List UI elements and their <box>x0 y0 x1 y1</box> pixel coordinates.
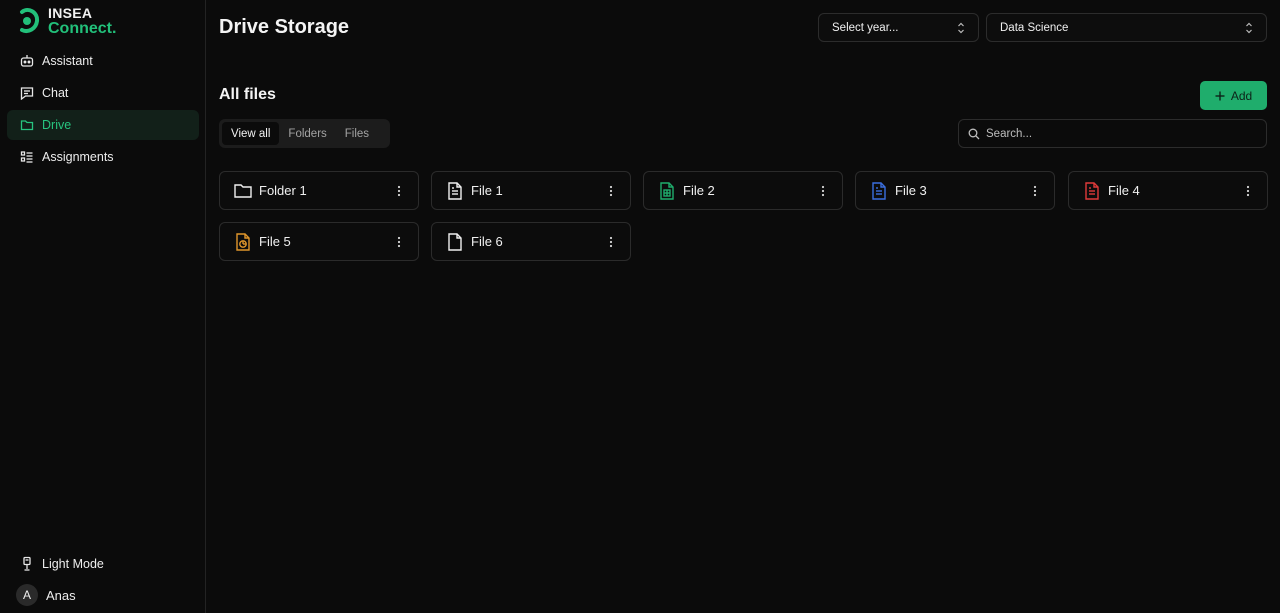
lamp-icon <box>23 556 31 571</box>
sidebar-item-assistant[interactable]: Assistant <box>7 46 199 76</box>
document-icon <box>445 181 465 201</box>
brand-tagline: Connect. <box>48 20 117 37</box>
folder-icon <box>19 117 35 133</box>
app-logo[interactable]: INSEA Connect. <box>18 5 117 37</box>
item-label: File 3 <box>895 183 927 198</box>
more-vertical-icon[interactable] <box>815 183 831 199</box>
file-card[interactable]: File 5 <box>219 222 419 261</box>
sidebar-item-assignments[interactable]: Assignments <box>7 142 199 172</box>
sidebar-item-label: Assistant <box>42 54 93 68</box>
list-check-icon <box>19 149 35 165</box>
more-vertical-icon[interactable] <box>391 183 407 199</box>
tab-files[interactable]: Files <box>336 122 378 145</box>
sidebar-footer: Light Mode A Anas <box>16 553 104 606</box>
subject-select-value: Data Science <box>1000 21 1069 34</box>
word-document-icon <box>869 181 889 201</box>
item-label: File 1 <box>471 183 503 198</box>
sidebar-item-chat[interactable]: Chat <box>7 78 199 108</box>
sidebar-item-drive[interactable]: Drive <box>7 110 199 140</box>
item-label: Folder 1 <box>259 183 307 198</box>
add-button-label: Add <box>1230 88 1253 103</box>
search-input[interactable] <box>986 127 1256 140</box>
bot-icon <box>19 53 35 69</box>
blank-file-icon <box>445 232 465 252</box>
section-title: All files <box>219 86 276 103</box>
spreadsheet-icon <box>657 181 677 201</box>
more-vertical-icon[interactable] <box>603 234 619 250</box>
subject-select[interactable]: Data Science <box>986 13 1267 42</box>
search-icon <box>968 128 980 139</box>
more-vertical-icon[interactable] <box>1027 183 1043 199</box>
item-label: File 2 <box>683 183 715 198</box>
sidebar: INSEA Connect. Assistant Chat Drive Assi… <box>0 0 206 613</box>
file-card[interactable]: File 3 <box>855 171 1055 210</box>
file-card[interactable]: File 1 <box>431 171 631 210</box>
presentation-file-icon <box>233 232 253 252</box>
year-select[interactable]: Select year... <box>818 13 979 42</box>
light-mode-toggle[interactable]: Light Mode <box>19 553 104 575</box>
sidebar-item-label: Chat <box>42 86 69 100</box>
add-button[interactable]: Add <box>1200 81 1267 110</box>
file-card[interactable]: File 2 <box>643 171 843 210</box>
chat-icon <box>19 85 35 101</box>
more-vertical-icon[interactable] <box>603 183 619 199</box>
tab-view-all[interactable]: View all <box>222 122 280 145</box>
folder-card[interactable]: Folder 1 <box>219 171 419 210</box>
sidebar-item-label: Assignments <box>42 150 114 164</box>
chevron-up-down-icon <box>1246 22 1252 33</box>
avatar: A <box>16 584 38 606</box>
tab-folders[interactable]: Folders <box>279 122 335 145</box>
page-title: Drive Storage <box>219 16 350 38</box>
filter-tabs: View all Folders Files <box>219 119 390 148</box>
light-mode-label: Light Mode <box>42 557 104 571</box>
item-label: File 4 <box>1108 183 1140 198</box>
folder-icon <box>233 181 253 201</box>
item-label: File 6 <box>471 234 503 249</box>
sidebar-nav: Assistant Chat Drive Assignments <box>7 46 199 174</box>
user-profile[interactable]: A Anas <box>16 584 104 606</box>
file-card[interactable]: File 4 <box>1068 171 1268 210</box>
more-vertical-icon[interactable] <box>391 234 407 250</box>
item-label: File 5 <box>259 234 291 249</box>
year-select-value: Select year... <box>832 21 899 34</box>
more-vertical-icon[interactable] <box>1240 183 1256 199</box>
pdf-document-icon <box>1082 181 1102 201</box>
brand-name: INSEA <box>48 5 93 21</box>
search-box <box>958 119 1267 148</box>
file-card[interactable]: File 6 <box>431 222 631 261</box>
sidebar-item-label: Drive <box>42 118 72 132</box>
plus-icon <box>1215 91 1225 100</box>
chevron-up-down-icon <box>958 22 964 33</box>
user-name: Anas <box>46 587 76 603</box>
logo-icon <box>20 8 40 33</box>
